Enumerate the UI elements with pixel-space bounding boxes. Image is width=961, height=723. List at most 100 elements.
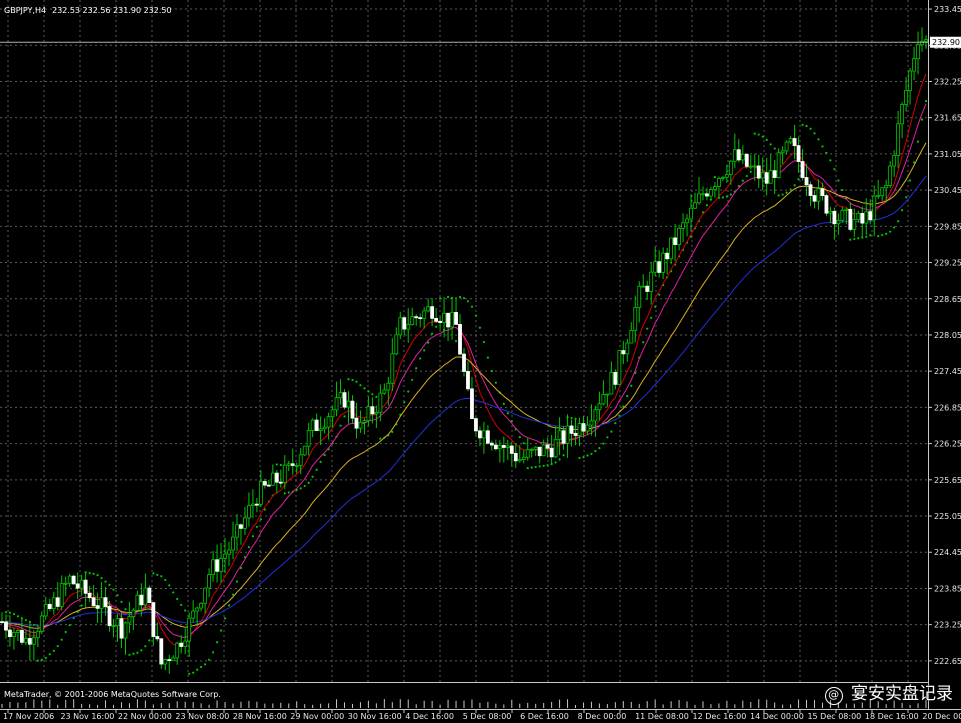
x-tick-label: 4 Dec 16:00 xyxy=(405,712,454,721)
candle-bull xyxy=(864,211,869,224)
candle-bull xyxy=(135,594,140,611)
candle-bull xyxy=(912,58,916,72)
candle-bull xyxy=(904,90,908,105)
candle-bear xyxy=(254,503,259,506)
sar-dot xyxy=(924,100,928,103)
sar-dot xyxy=(761,135,764,138)
sar-dot xyxy=(490,369,493,373)
candle-bull xyxy=(111,625,116,628)
sar-dot xyxy=(120,600,123,603)
candle-bull xyxy=(601,394,606,405)
candle-bull xyxy=(247,505,251,519)
candle-bull xyxy=(593,409,598,422)
sar-dot xyxy=(610,430,613,433)
sar-dot xyxy=(371,393,374,396)
candle-bull xyxy=(366,406,371,422)
sar-dot xyxy=(283,492,286,495)
time-axis: 17 Nov 2006 23 Nov 16:00 22 Nov 00:00 23 No… xyxy=(3,710,961,721)
sar-dot xyxy=(502,402,505,405)
sar-dot xyxy=(765,138,768,142)
candle-bear xyxy=(673,237,677,245)
candle-bull xyxy=(816,188,821,202)
sar-dot xyxy=(251,535,255,538)
sar-dot xyxy=(642,341,645,344)
candle-bull xyxy=(760,172,765,179)
sar-dot xyxy=(192,671,195,674)
candle-bear xyxy=(8,629,12,637)
candle-bull xyxy=(306,430,311,447)
candle-bull xyxy=(282,464,287,483)
sar-dot xyxy=(920,118,924,121)
sar-dot xyxy=(522,442,525,445)
candle-bull xyxy=(517,459,522,462)
sar-dot xyxy=(877,234,880,238)
candle-bull xyxy=(605,393,610,396)
candle-bear xyxy=(119,618,124,639)
candle-bull xyxy=(876,195,881,197)
sar-dot xyxy=(797,178,800,181)
x-tick-label: 28 Nov 16:00 xyxy=(233,712,287,721)
sar-dot xyxy=(391,430,394,433)
candle-bull xyxy=(720,176,725,179)
sar-dot xyxy=(777,194,780,197)
candle-bull xyxy=(231,536,235,551)
candle-bull xyxy=(529,448,534,451)
sar-dot xyxy=(590,452,593,456)
candle-bull xyxy=(649,271,654,292)
sar-dot xyxy=(140,649,143,652)
candle-bull xyxy=(63,582,68,585)
candle-bull xyxy=(330,409,335,418)
current-price-tag: 232.90 xyxy=(930,36,961,48)
sar-dot xyxy=(446,295,450,299)
sar-dot xyxy=(80,604,83,607)
sar-dot xyxy=(458,295,462,299)
candle-bull xyxy=(59,582,64,607)
candle-bull xyxy=(908,70,912,91)
sar-dot xyxy=(614,422,617,425)
candle-bear xyxy=(91,597,96,607)
candle-bull xyxy=(79,579,84,589)
sar-dot xyxy=(144,645,147,648)
sar-dot xyxy=(893,226,896,229)
y-tick-label: 229.25 xyxy=(934,259,961,268)
y-tick-label: 222.65 xyxy=(934,657,961,666)
candle-bear xyxy=(414,316,419,319)
candle-bull xyxy=(681,222,685,229)
sar-dot xyxy=(403,401,406,404)
sar-dot xyxy=(36,659,39,662)
candle-bear xyxy=(458,324,462,355)
candle-bull xyxy=(585,424,590,432)
sar-dot xyxy=(423,349,426,352)
candle-bull xyxy=(378,392,383,413)
candle-bull xyxy=(732,149,737,162)
candle-bull xyxy=(143,587,148,606)
candle-bull xyxy=(717,178,721,187)
candle-bear xyxy=(832,210,837,225)
sar-dot xyxy=(825,151,828,154)
candles xyxy=(0,27,928,674)
sar-dot xyxy=(630,384,633,387)
price-axis: 233.45232.85232.25231.65231.05230.45229.… xyxy=(928,5,961,666)
candle-bear xyxy=(147,587,152,603)
sar-dot xyxy=(586,454,589,457)
candle-bear xyxy=(83,579,88,594)
sar-dot xyxy=(419,357,422,360)
sar-dot xyxy=(8,611,12,614)
sar-dot xyxy=(207,658,211,661)
sar-dot xyxy=(156,573,159,576)
candle-bull xyxy=(43,603,48,617)
sar-dot xyxy=(160,575,163,578)
x-tick-label: 22 Nov 00:00 xyxy=(118,712,172,721)
candle-bull xyxy=(836,219,841,225)
candle-bull xyxy=(187,617,192,642)
sar-dot xyxy=(40,658,43,661)
price-chart[interactable]: 233.45232.85232.25231.65231.05230.45229.… xyxy=(0,0,961,723)
candle-bull xyxy=(525,449,530,458)
candle-bull xyxy=(426,306,431,312)
candle-bull xyxy=(896,123,901,156)
sar-dot xyxy=(721,196,724,199)
candle-bear xyxy=(434,317,439,322)
candle-bull xyxy=(286,463,291,466)
sar-dot xyxy=(227,604,231,607)
candle-bull xyxy=(219,557,223,572)
